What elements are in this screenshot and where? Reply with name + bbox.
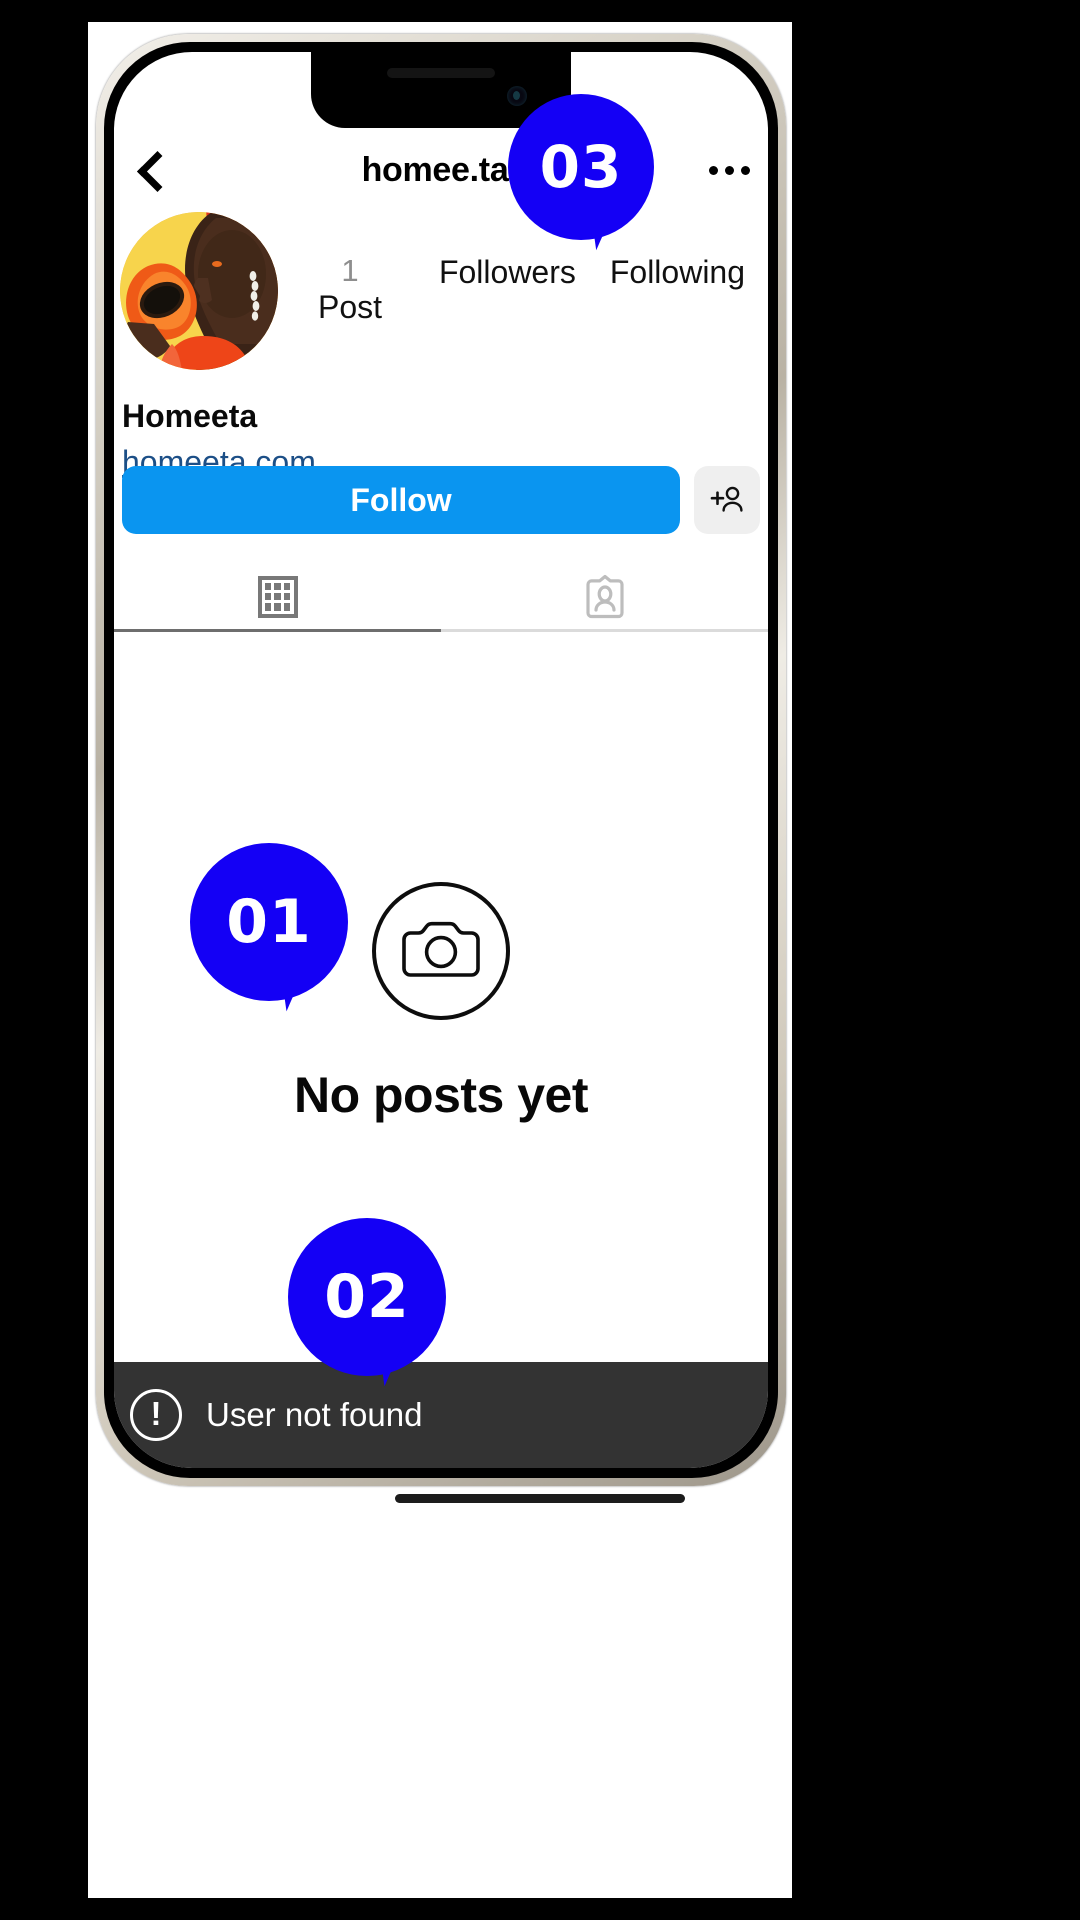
chevron-left-icon bbox=[137, 150, 159, 190]
bubble-tail bbox=[375, 1319, 423, 1387]
toast-message: User not found bbox=[206, 1396, 423, 1433]
front-camera-icon bbox=[507, 86, 527, 106]
empty-state-title: No posts yet bbox=[293, 1067, 589, 1123]
stat-followers[interactable]: Followers bbox=[439, 254, 576, 291]
more-options-button[interactable] bbox=[690, 138, 768, 202]
phone-screen: homee.ta 1 Post Followers Following Home… bbox=[114, 52, 768, 1468]
screenshot-canvas: homee.ta 1 Post Followers Following Home… bbox=[0, 0, 1080, 1920]
display-name: Homeeta bbox=[122, 398, 258, 434]
stat-posts[interactable]: 1 Post bbox=[295, 253, 405, 326]
more-options-icon-dot bbox=[708, 165, 718, 175]
toast-snackbar: ! User not found bbox=[114, 1362, 768, 1468]
stat-followers-label: Followers bbox=[438, 254, 576, 290]
app-header: homee.ta bbox=[114, 134, 768, 206]
annotation-bubble-03: 03 bbox=[508, 94, 654, 251]
profile-tabs bbox=[114, 564, 768, 632]
profile-stats: 1 Post Followers Following bbox=[278, 212, 762, 326]
profile-summary: 1 Post Followers Following bbox=[114, 212, 768, 370]
profile-actions: Follow bbox=[114, 466, 768, 534]
avatar[interactable] bbox=[120, 212, 278, 370]
tagged-person-icon bbox=[585, 574, 624, 618]
camera-circle-icon bbox=[372, 882, 510, 1020]
stat-following-label: Following bbox=[609, 254, 746, 290]
exclamation-circle-icon: ! bbox=[130, 1389, 182, 1441]
annotation-bubble-02: 02 bbox=[288, 1218, 446, 1387]
bubble-tail bbox=[588, 187, 632, 251]
more-options-icon-dot bbox=[724, 165, 734, 175]
tab-grid[interactable] bbox=[114, 564, 441, 632]
annotation-bubble-01: 01 bbox=[190, 843, 348, 1012]
bubble-tail bbox=[277, 944, 325, 1012]
more-options-icon-dot bbox=[740, 165, 750, 175]
stat-posts-label: Post bbox=[317, 288, 382, 325]
home-indicator bbox=[395, 1494, 685, 1503]
stat-posts-count: 1 bbox=[341, 253, 359, 288]
add-person-icon bbox=[710, 486, 743, 512]
tab-tagged[interactable] bbox=[441, 564, 768, 632]
add-person-button[interactable] bbox=[694, 466, 760, 534]
back-button[interactable] bbox=[116, 138, 180, 202]
grid-icon bbox=[257, 575, 298, 618]
stat-following[interactable]: Following bbox=[610, 254, 745, 291]
camera-icon bbox=[402, 921, 480, 977]
earpiece-speaker-icon bbox=[387, 68, 495, 78]
follow-button[interactable]: Follow bbox=[122, 466, 680, 534]
